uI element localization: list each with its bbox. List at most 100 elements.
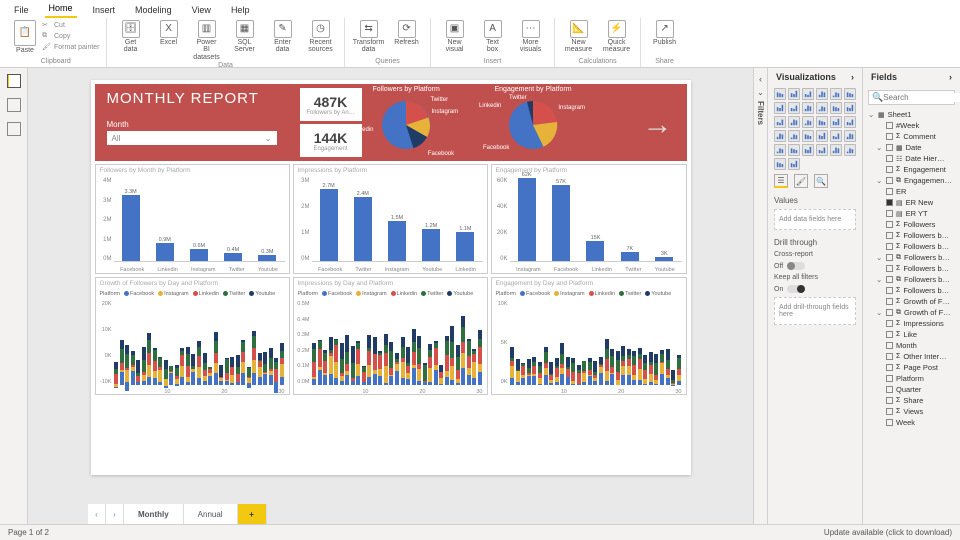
field-impressions[interactable]: ΣImpressions (866, 318, 957, 329)
update-notice[interactable]: Update available (click to download) (824, 528, 952, 537)
month-slicer[interactable]: Month All⌄ (107, 120, 277, 145)
data-view-icon[interactable] (7, 98, 21, 112)
report-canvas[interactable]: MONTHLY REPORT Month All⌄ 487KFollowers … (91, 80, 691, 475)
tile-engagement-bar[interactable]: Engagement by Platform60K40K20K0K62K57K1… (491, 164, 687, 274)
page-tab-annual[interactable]: Annual (184, 504, 238, 524)
transform-data-button[interactable]: ⇆Transformdata (352, 20, 386, 54)
excel-button[interactable]: XExcel (152, 20, 186, 46)
viz-tile-16[interactable] (830, 116, 842, 128)
field-followers-b-[interactable]: ΣFollowers b… (866, 263, 957, 274)
enter-data-button[interactable]: ✎Enterdata (266, 20, 300, 54)
tile-impressions-stacked[interactable]: Impressions by Day and PlatformPlatformF… (293, 277, 488, 395)
report-view-icon[interactable] (7, 74, 21, 88)
tab-home[interactable]: Home (45, 1, 77, 18)
viz-tile-3[interactable] (816, 88, 828, 100)
viz-tile-21[interactable] (816, 130, 828, 142)
keep-filters-toggle[interactable] (787, 285, 805, 293)
viz-tile-19[interactable] (788, 130, 800, 142)
tile-followers-bar[interactable]: Followers by Month by Platform4M3M2M1M0M… (95, 164, 290, 274)
text-box-button[interactable]: ATextbox (476, 20, 510, 54)
chevron-right-icon[interactable]: › (949, 72, 952, 82)
tab-view[interactable]: View (188, 3, 215, 18)
viz-tile-31[interactable] (788, 158, 800, 170)
page-next-button[interactable]: › (106, 504, 124, 524)
field-date[interactable]: ⌄▦Date (866, 142, 957, 153)
field-week[interactable]: Week (866, 417, 957, 428)
tile-engagement-stacked[interactable]: Engagement by Day and PlatformPlatformFa… (491, 277, 687, 395)
format-painter-button[interactable]: 🖌Format painter (42, 42, 100, 52)
field-er-new[interactable]: ▤ER New (866, 197, 957, 208)
field-followers-b-[interactable]: ΣFollowers b… (866, 241, 957, 252)
filters-pane-collapsed[interactable]: ‹ ⌄ Filters (753, 68, 767, 524)
viz-tile-1[interactable] (788, 88, 800, 100)
more-visuals-button[interactable]: ⋯Morevisuals (514, 20, 548, 54)
recent-sources-button[interactable]: ◷Recentsources (304, 20, 338, 54)
field-followers-b-[interactable]: ⌄⧉Followers b… (866, 252, 957, 263)
viz-tile-10[interactable] (830, 102, 842, 114)
page-tab-monthly[interactable]: Monthly (124, 504, 184, 524)
paste-button[interactable]: 📋Paste (12, 20, 38, 54)
power-bi-datasets-button[interactable]: ▥PowerBI datasets (190, 20, 224, 61)
format-tab-button[interactable]: 🖌 (794, 174, 808, 188)
viz-tile-6[interactable] (774, 102, 786, 114)
field-comment[interactable]: ΣComment (866, 131, 957, 142)
viz-tile-22[interactable] (830, 130, 842, 142)
values-drop-area[interactable]: Add data fields here (774, 209, 856, 230)
field-platform[interactable]: Platform (866, 373, 957, 384)
viz-tile-0[interactable] (774, 88, 786, 100)
field-quarter[interactable]: Quarter (866, 384, 957, 395)
fields-tab-button[interactable]: ☰ (774, 174, 788, 188)
next-page-arrow-icon[interactable]: → (643, 108, 673, 142)
cross-report-toggle[interactable] (787, 262, 805, 270)
tab-modeling[interactable]: Modeling (131, 3, 176, 18)
field-growth-of-f-[interactable]: ⌄⧉Growth of F… (866, 307, 957, 318)
chevron-right-icon[interactable]: › (851, 72, 854, 82)
model-view-icon[interactable] (7, 122, 21, 136)
viz-tile-8[interactable] (802, 102, 814, 114)
field-followers-b-[interactable]: ΣFollowers b… (866, 285, 957, 296)
field-like[interactable]: ΣLike (866, 329, 957, 340)
viz-tile-9[interactable] (816, 102, 828, 114)
pie-followers[interactable]: Followers by Platform Twitter Instagram … (373, 86, 440, 155)
field-other-inter-[interactable]: ΣOther Inter… (866, 351, 957, 362)
viz-tile-23[interactable] (844, 130, 856, 142)
viz-tile-26[interactable] (802, 144, 814, 156)
field-followers-b-[interactable]: ΣFollowers b… (866, 230, 957, 241)
viz-tile-25[interactable] (788, 144, 800, 156)
field-engagemen-[interactable]: ⌄⧉Engagemen… (866, 175, 957, 186)
viz-tile-27[interactable] (816, 144, 828, 156)
new-visual-button[interactable]: ▣Newvisual (438, 20, 472, 54)
viz-tile-4[interactable] (830, 88, 842, 100)
sql-server-button[interactable]: ▦SQLServer (228, 20, 262, 54)
tab-insert[interactable]: Insert (89, 3, 120, 18)
field-growth-of-f-[interactable]: ΣGrowth of F… (866, 296, 957, 307)
viz-tile-11[interactable] (844, 102, 856, 114)
viz-tile-13[interactable] (788, 116, 800, 128)
viz-tile-29[interactable] (844, 144, 856, 156)
tile-growth-stacked[interactable]: Growth of Followers by Day and PlatformP… (95, 277, 290, 395)
fields-search[interactable]: 🔍 (868, 90, 955, 105)
tile-impressions-bar[interactable]: Impressions by Platform3M2M1M0M2.7M2.4M1… (293, 164, 488, 274)
viz-tile-12[interactable] (774, 116, 786, 128)
drillthrough-drop-area[interactable]: Add drill-through fields here (774, 297, 856, 325)
field-month[interactable]: Month (866, 340, 957, 351)
new-measure-button[interactable]: 📐Newmeasure (562, 20, 596, 54)
field-date-hier-[interactable]: ☷Date Hier… (866, 153, 957, 164)
viz-tile-5[interactable] (844, 88, 856, 100)
field-page-post[interactable]: ΣPage Post (866, 362, 957, 373)
field-engagement[interactable]: ΣEngagement (866, 164, 957, 175)
cut-button[interactable]: ✂Cut (42, 20, 100, 30)
page-add-button[interactable]: + (238, 504, 267, 524)
card-followers[interactable]: 487KFollowers by An… (300, 88, 362, 121)
field-share[interactable]: ΣShare (866, 395, 957, 406)
field-followers[interactable]: ΣFollowers (866, 219, 957, 230)
field-views[interactable]: ΣViews (866, 406, 957, 417)
viz-tile-18[interactable] (774, 130, 786, 142)
refresh-button[interactable]: ⟳Refresh (390, 20, 424, 46)
get-data-button[interactable]: 🗄Getdata (114, 20, 148, 54)
page-prev-button[interactable]: ‹ (88, 504, 106, 524)
tab-file[interactable]: File (10, 3, 33, 18)
viz-tile-20[interactable] (802, 130, 814, 142)
viz-tile-30[interactable] (774, 158, 786, 170)
table-node[interactable]: ⌄▦Sheet1 (866, 109, 957, 120)
